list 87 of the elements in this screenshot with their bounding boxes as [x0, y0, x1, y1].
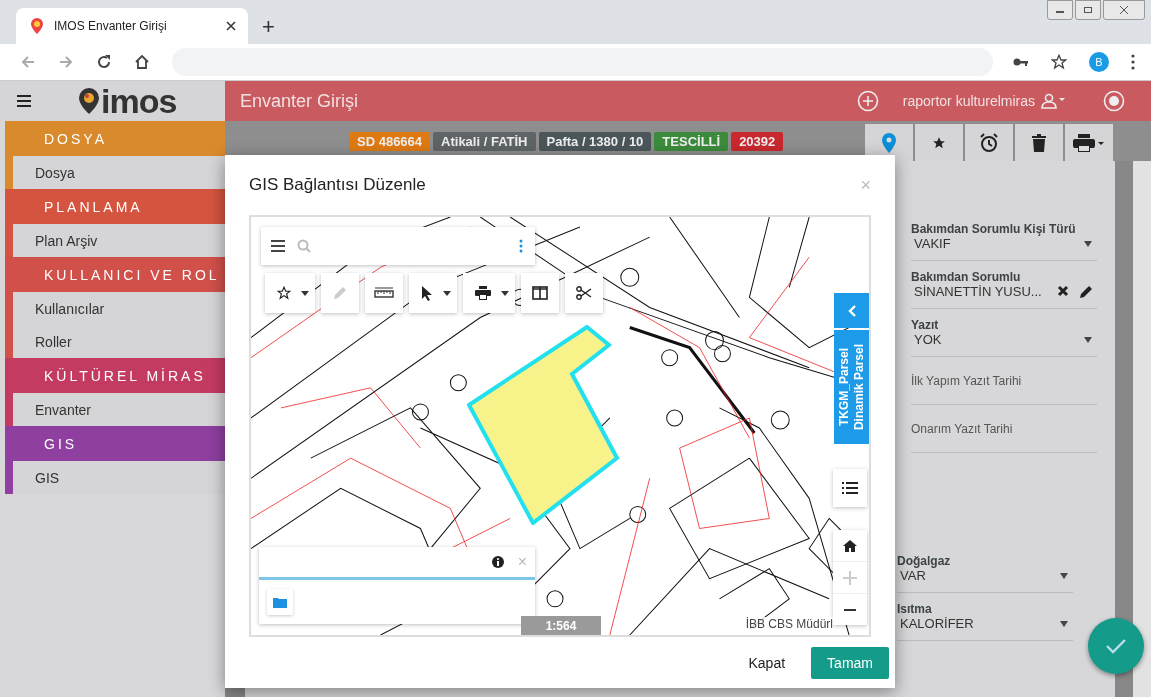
form-field[interactable]: Yazıt YOK	[911, 309, 1097, 357]
info-icon[interactable]	[491, 556, 504, 568]
close-icon	[1119, 6, 1129, 14]
home-button[interactable]	[833, 530, 867, 561]
alarm-button[interactable]	[965, 124, 1013, 161]
caret-icon	[501, 290, 509, 296]
dropdown-caret-icon	[1083, 335, 1093, 344]
map-pin-icon	[882, 132, 896, 153]
pencil-icon[interactable]	[1079, 284, 1093, 299]
add-icon[interactable]	[856, 90, 879, 112]
trash-icon	[1032, 133, 1046, 152]
scrollbar[interactable]	[1133, 161, 1151, 697]
status-badge: SD 486664	[349, 131, 431, 151]
form-field[interactable]: Isıtma KALORİFER	[897, 593, 1073, 641]
measure-button[interactable]	[365, 273, 403, 313]
cursor-icon	[421, 285, 433, 301]
status-badge: Pafta / 1380 / 10	[538, 131, 652, 151]
checkmark-icon	[1105, 638, 1127, 654]
caret-icon	[301, 290, 309, 296]
dropdown-caret-icon	[1059, 571, 1069, 580]
sidebar-section-header[interactable]: GIS	[5, 426, 225, 461]
delete-button[interactable]	[1015, 124, 1063, 161]
form-field[interactable]: Bakımdan Sorumlu Kişi Türü VAKIF	[911, 213, 1097, 261]
split-view-button[interactable]	[521, 273, 559, 313]
form-field[interactable]: İlk Yapım Yazıt Tarihi	[911, 357, 1097, 405]
bookmark-button[interactable]	[265, 273, 315, 313]
map-attribution: İBB CBS Müdürl	[745, 617, 833, 631]
dialog-title: GIS Bağlantısı Düzenle	[249, 175, 426, 195]
layer-list-button[interactable]	[833, 469, 867, 507]
more-icon[interactable]	[1131, 54, 1135, 70]
minimize-button[interactable]	[1047, 0, 1073, 20]
pencil-icon	[333, 286, 347, 300]
caret-icon	[443, 290, 451, 296]
maximize-icon	[1083, 6, 1093, 14]
minus-icon	[844, 608, 856, 611]
scissors-button[interactable]	[565, 273, 603, 313]
panel-toggle-button[interactable]	[834, 293, 869, 328]
logo-text: imos	[101, 84, 177, 118]
dropdown-caret-icon	[1083, 239, 1093, 248]
star-icon	[932, 135, 946, 150]
new-tab-button[interactable]: +	[248, 16, 289, 44]
alarm-clock-icon	[979, 132, 999, 153]
menu-icon[interactable]	[271, 240, 285, 252]
key-icon[interactable]	[1013, 57, 1029, 67]
sidebar-section-header[interactable]: KÜLTÜREL MİRAS	[5, 358, 225, 393]
sidebar-section-header[interactable]: KULLANICI VE ROL	[5, 257, 225, 292]
home-icon[interactable]	[134, 54, 150, 70]
reload-icon[interactable]	[96, 54, 112, 70]
star-icon[interactable]	[1051, 54, 1067, 70]
print-button[interactable]	[463, 273, 515, 313]
close-icon[interactable]	[226, 21, 236, 31]
list-icon	[842, 482, 858, 494]
location-button[interactable]	[865, 124, 913, 161]
map-scale: 1:564	[521, 616, 601, 635]
menu-icon[interactable]	[17, 95, 31, 107]
print-button[interactable]	[1065, 124, 1113, 161]
scissors-icon	[576, 286, 592, 300]
form-field[interactable]: Onarım Yazıt Tarihi	[911, 405, 1097, 453]
form-field[interactable]: Bakımdan Sorumlu SİNANETTİN YUSU...	[911, 261, 1097, 309]
printer-icon	[1073, 133, 1105, 152]
printer-icon	[475, 286, 491, 300]
page-title: Envanter Girişi	[240, 90, 359, 112]
logo-pin-icon	[79, 88, 99, 114]
star-icon	[277, 286, 291, 300]
status-badge: TESCİLLİ	[654, 131, 729, 151]
dropdown-caret-icon	[1059, 619, 1069, 628]
map-pin-icon	[30, 18, 44, 34]
browser-tab[interactable]: IMOS Envanter Girişi	[16, 8, 248, 44]
select-tool-button[interactable]	[409, 273, 457, 313]
columns-icon	[532, 286, 548, 300]
folder-button[interactable]	[267, 589, 293, 615]
form-field[interactable]: Doğalgaz VAR	[897, 545, 1073, 593]
zoom-out-button[interactable]	[833, 594, 867, 625]
favorite-button[interactable]	[915, 124, 963, 161]
record-icon[interactable]	[1103, 90, 1125, 112]
status-badge: 20392	[731, 131, 784, 151]
tab-title: IMOS Envanter Girişi	[54, 19, 168, 33]
home-icon	[843, 539, 857, 552]
chevron-left-icon	[847, 304, 856, 317]
plus-icon	[843, 570, 857, 585]
user-icon	[1041, 93, 1067, 109]
maximize-button[interactable]	[1075, 0, 1101, 20]
ruler-icon	[374, 287, 394, 299]
status-badge: Atikali / FATİH	[433, 131, 536, 151]
clear-icon[interactable]	[1057, 284, 1069, 297]
folder-icon	[273, 596, 287, 608]
sidebar-section-header[interactable]: PLANLAMA	[5, 189, 225, 224]
